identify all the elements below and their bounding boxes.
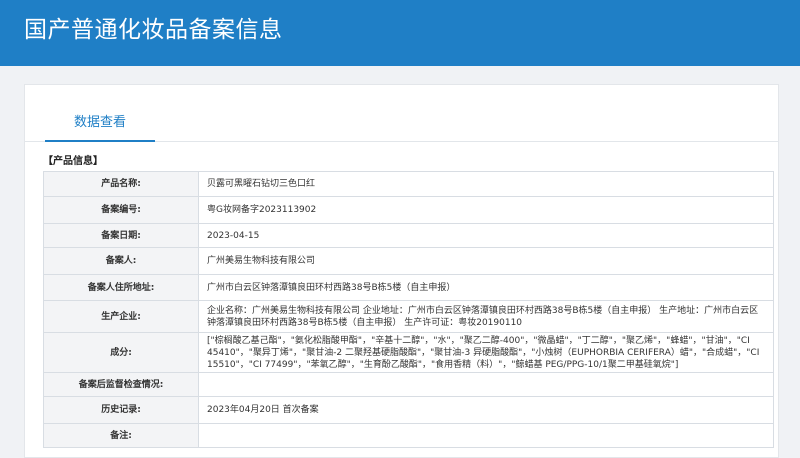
- row-label: 备案编号:: [43, 196, 199, 224]
- row-label: 产品名称:: [43, 171, 199, 197]
- active-tab-indicator: [45, 140, 155, 142]
- tab-data-view[interactable]: 数据查看: [45, 85, 155, 142]
- product-info-table: 产品名称: 贝露可黑曜石钻切三色口红 备案编号: 粤G妆网备字202311390…: [43, 171, 774, 448]
- row-label: 备案人:: [43, 247, 199, 275]
- row-value: 2023-04-15: [198, 223, 774, 248]
- table-row: 备注:: [43, 423, 774, 448]
- row-label: 历史记录:: [43, 396, 199, 424]
- row-value: 广州美易生物科技有限公司: [198, 247, 774, 275]
- section-title: 【产品信息】: [43, 156, 103, 167]
- row-value: ["棕榈酸乙基己酯"，"氨化松脂酸甲酯"，"辛基十二醇"，"水"，"聚乙二醇-4…: [198, 332, 774, 373]
- table-row: 备案人住所地址: 广州市白云区钟落潭镇良田环村西路38号B栋5楼（自主申报）: [43, 274, 774, 301]
- tab-label: 数据查看: [73, 115, 126, 130]
- table-row: 产品名称: 贝露可黑曜石钻切三色口红: [43, 171, 774, 197]
- row-value: [198, 423, 774, 448]
- row-label: 成分:: [43, 332, 199, 373]
- tab-bar: 数据查看: [25, 85, 778, 142]
- page-title: 国产普通化妆品备案信息: [24, 17, 283, 43]
- row-value: 企业名称：广州美易生物科技有限公司 企业地址：广州市白云区钟落潭镇良田环村西路3…: [198, 300, 774, 333]
- table-row: 生产企业: 企业名称：广州美易生物科技有限公司 企业地址：广州市白云区钟落潭镇良…: [43, 300, 774, 333]
- row-value: 粤G妆网备字2023113902: [198, 196, 774, 224]
- row-value: 广州市白云区钟落潭镇良田环村西路38号B栋5楼（自主申报）: [198, 274, 774, 301]
- table-row: 备案编号: 粤G妆网备字2023113902: [43, 196, 774, 224]
- content-card: 数据查看 【产品信息】 产品名称: 贝露可黑曜石钻切三色口红 备案编号: 粤G妆…: [24, 84, 779, 458]
- row-label: 备案日期:: [43, 223, 199, 248]
- row-label: 备注:: [43, 423, 199, 448]
- table-row: 备案后监督检查情况:: [43, 372, 774, 397]
- row-label: 备案后监督检查情况:: [43, 372, 199, 397]
- row-value: 贝露可黑曜石钻切三色口红: [198, 171, 774, 197]
- table-row: 历史记录: 2023年04月20日 首次备案: [43, 396, 774, 424]
- row-label: 备案人住所地址:: [43, 274, 199, 301]
- row-label: 生产企业:: [43, 300, 199, 333]
- table-row: 备案人: 广州美易生物科技有限公司: [43, 247, 774, 275]
- row-value: 2023年04月20日 首次备案: [198, 396, 774, 424]
- header-banner: 国产普通化妆品备案信息: [0, 0, 800, 66]
- table-row: 成分: ["棕榈酸乙基己酯"，"氨化松脂酸甲酯"，"辛基十二醇"，"水"，"聚乙…: [43, 332, 774, 373]
- table-row: 备案日期: 2023-04-15: [43, 223, 774, 248]
- row-value: [198, 372, 774, 397]
